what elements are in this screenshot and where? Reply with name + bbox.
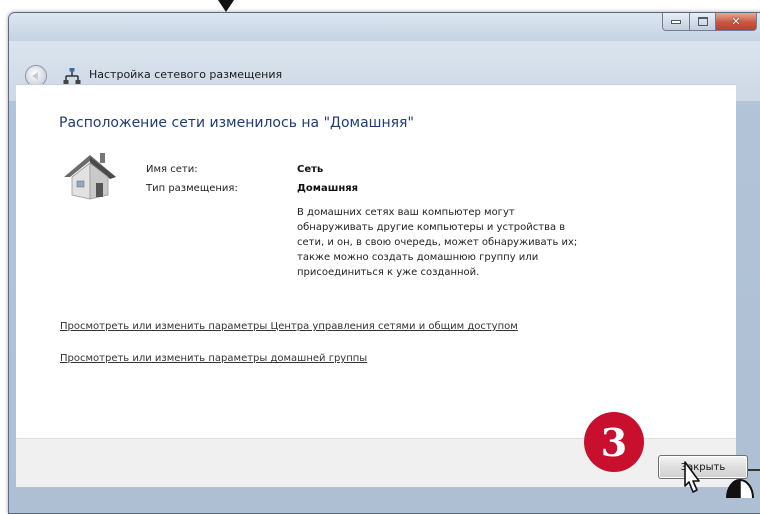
network-icon [63, 68, 81, 84]
description-line: также можно создать домашнюю группу или [297, 252, 539, 263]
title-bar [9, 13, 760, 41]
caption-buttons: ✕ [662, 13, 757, 31]
close-icon: ✕ [731, 15, 741, 28]
minimize-button[interactable] [662, 13, 690, 31]
network-name-value: Сеть [297, 164, 324, 175]
homegroup-settings-link[interactable]: Просмотреть или изменить параметры домаш… [60, 353, 367, 364]
step-number-badge: 3 [584, 412, 644, 472]
description-line: В домашних сетях ваш компьютер могут [297, 207, 515, 218]
maximize-button[interactable] [690, 13, 716, 31]
network-name-label: Имя сети: [146, 164, 198, 175]
minimize-icon [671, 19, 681, 24]
maximize-icon [697, 17, 708, 26]
close-window-button[interactable]: ✕ [716, 13, 757, 31]
description-line: обнаруживать другие компьютеры и устройс… [297, 222, 566, 233]
location-description: В домашних сетях ваш компьютер могут обн… [297, 205, 667, 280]
location-type-value: Домашняя [297, 183, 359, 194]
home-network-icon [64, 153, 116, 200]
mouse-pointer-icon [684, 461, 700, 493]
annotation-line [748, 469, 760, 471]
content-area: Расположение сети изменилось на "Домашня… [16, 84, 736, 439]
page-title: Расположение сети изменилось на "Домашня… [59, 115, 414, 131]
location-type-label: Тип размещения: [146, 183, 238, 194]
annotation-arrow-icon [218, 0, 234, 12]
window-title: Настройка сетевого размещения [89, 68, 283, 81]
back-arrow-icon [32, 72, 38, 80]
description-line: присоединиться к уже созданной. [297, 267, 480, 278]
mouse-click-icon [726, 479, 754, 498]
description-line: сети, и он, в свою очередь, может обнару… [297, 237, 578, 248]
network-center-settings-link[interactable]: Просмотреть или изменить параметры Центр… [60, 321, 518, 332]
